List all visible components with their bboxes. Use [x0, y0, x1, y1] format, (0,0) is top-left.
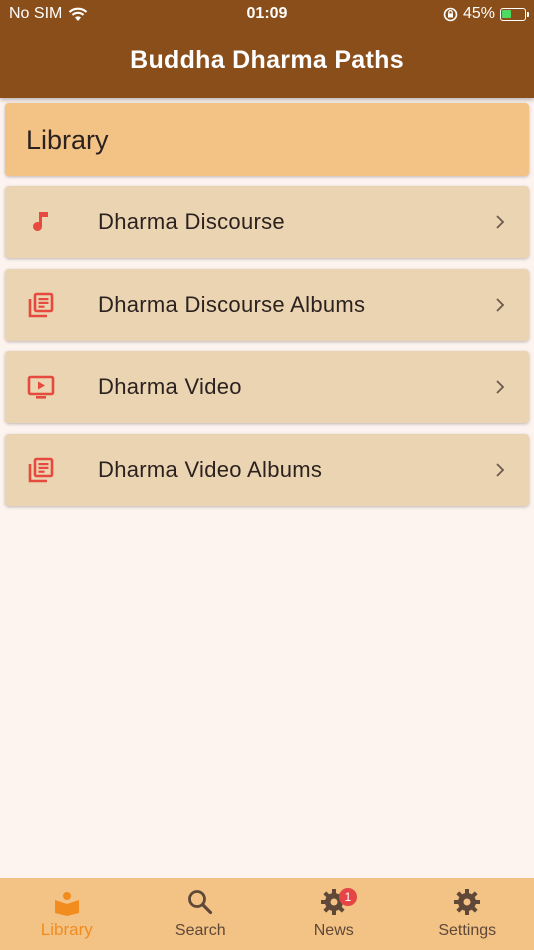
- tab-news[interactable]: 1 News: [267, 878, 401, 950]
- section-title: Library: [26, 125, 109, 155]
- library-books-icon: [28, 457, 54, 483]
- library-books-icon: [28, 292, 54, 318]
- battery-fill: [502, 9, 511, 18]
- tab-label: News: [313, 922, 354, 939]
- music-note-icon: [33, 212, 48, 232]
- chevron-right-icon: [496, 380, 505, 394]
- tab-settings[interactable]: Settings: [401, 878, 534, 950]
- list-item-label: Dharma Discourse Albums: [98, 292, 366, 317]
- chevron-right-icon: [496, 215, 505, 229]
- tab-library[interactable]: Library: [0, 878, 134, 950]
- list-item-label: Dharma Video: [98, 374, 242, 399]
- library-book-icon: [54, 892, 79, 916]
- status-bar: No SIM 01:09 45%: [0, 0, 534, 28]
- video-screen-icon: [27, 375, 55, 399]
- list-item-dharma-video-albums[interactable]: Dharma Video Albums: [5, 434, 529, 506]
- battery-icon: [500, 7, 529, 21]
- tab-search[interactable]: Search: [134, 878, 268, 950]
- list-item-label: Dharma Discourse: [98, 209, 285, 234]
- news-badge: 1: [339, 888, 357, 906]
- tab-label: Library: [40, 920, 93, 939]
- section-header-library: Library: [5, 103, 529, 176]
- chevron-right-icon: [496, 298, 505, 312]
- list-item-dharma-discourse-albums[interactable]: Dharma Discourse Albums: [5, 269, 529, 341]
- app-title: Buddha Dharma Paths: [130, 46, 404, 74]
- list-item-dharma-discourse[interactable]: Dharma Discourse: [5, 186, 529, 258]
- tab-label: Settings: [438, 922, 497, 939]
- app-bar: No SIM 01:09 45% Buddha Dharma Paths: [0, 0, 534, 98]
- status-right: 45%: [443, 5, 529, 23]
- list-item-dharma-video[interactable]: Dharma Video: [5, 351, 529, 423]
- list-item-label: Dharma Video Albums: [98, 457, 323, 482]
- battery-percent: 45%: [462, 5, 495, 22]
- tab-label: Search: [174, 922, 226, 939]
- chevron-right-icon: [496, 463, 505, 477]
- bottom-navigation: Library Search 1 News Settings: [0, 878, 534, 950]
- rotation-lock-icon: [443, 7, 458, 21]
- settings-gear-icon: [454, 889, 481, 915]
- search-icon: [188, 890, 213, 915]
